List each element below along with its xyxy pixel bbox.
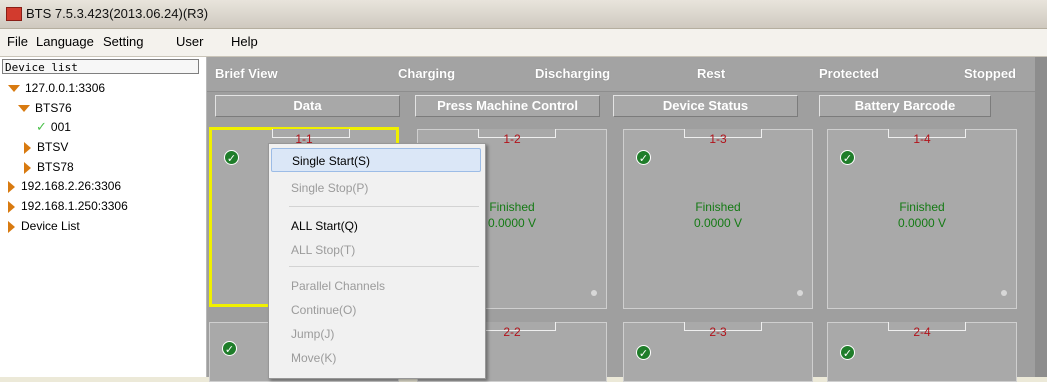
indicator-dot-icon <box>797 290 803 296</box>
tree-node-127-0-0-1[interactable]: 127.0.0.1:3306 <box>8 79 105 97</box>
checkmark-icon: ✓ <box>36 119 47 134</box>
status-legend: Brief View Charging Discharging Rest Pro… <box>207 57 1047 92</box>
ok-check-icon: ✓ <box>840 345 855 360</box>
channel-id: 2-3 <box>709 325 727 339</box>
legend-rest: Rest <box>697 66 726 81</box>
menu-single-stop[interactable]: Single Stop(P) <box>271 176 481 200</box>
channel-voltage: 0.0000 V <box>897 216 947 230</box>
legend-charging: Charging <box>398 66 456 81</box>
menu-separator <box>289 266 479 267</box>
channel-status: Finished <box>695 200 741 214</box>
menu-single-start[interactable]: Single Start(S) <box>271 148 481 172</box>
triangle-down-icon[interactable] <box>18 105 30 113</box>
ok-check-icon: ✓ <box>636 345 651 360</box>
menu-all-start[interactable]: ALL Start(Q) <box>271 214 481 238</box>
tree-node-001[interactable]: ✓ 001 <box>36 118 71 136</box>
panel-edge <box>1035 57 1047 377</box>
menu-language[interactable]: Language <box>36 34 94 49</box>
tab-battery-barcode[interactable]: Battery Barcode <box>819 95 991 117</box>
menu-bar: File Language Setting User Help <box>0 29 1047 57</box>
tab-data[interactable]: Data <box>215 95 400 117</box>
triangle-right-icon[interactable] <box>24 141 31 154</box>
channel-card-1-4[interactable]: 1-4 ✓ Finished 0.0000 V <box>827 129 1017 309</box>
legend-brief-view[interactable]: Brief View <box>215 66 278 81</box>
device-list-header: Device list <box>2 59 199 74</box>
ok-check-icon: ✓ <box>840 150 855 165</box>
indicator-dot-icon <box>591 290 597 296</box>
channel-card-2-4[interactable]: 2-4 ✓ <box>827 322 1017 382</box>
app-icon <box>6 7 22 21</box>
menu-separator <box>289 206 479 207</box>
menu-parallel-channels[interactable]: Parallel Channels <box>271 274 481 298</box>
device-tree: Device list 127.0.0.1:3306 BTS76 ✓ 001 BT… <box>0 57 207 377</box>
legend-discharging: Discharging <box>535 66 611 81</box>
tree-node-bts78[interactable]: BTS78 <box>24 158 74 176</box>
channel-id: 1-3 <box>709 132 727 146</box>
tree-node-bts76[interactable]: BTS76 <box>18 99 72 117</box>
channel-voltage: 0.0000 V <box>693 216 743 230</box>
tree-node-192-168-2-26[interactable]: 192.168.2.26:3306 <box>8 177 121 195</box>
menu-user[interactable]: User <box>176 34 203 49</box>
legend-stopped: Stopped <box>964 66 1016 81</box>
triangle-right-icon[interactable] <box>8 200 15 213</box>
triangle-down-icon[interactable] <box>8 85 20 93</box>
tree-node-device-list[interactable]: Device List <box>8 217 80 235</box>
ok-check-icon: ✓ <box>224 150 239 165</box>
title-bar: BTS 7.5.3.423(2013.06.24)(R3) <box>0 0 1047 29</box>
view-tabs: Data Press Machine Control Device Status… <box>207 93 1047 119</box>
triangle-right-icon[interactable] <box>8 220 15 233</box>
channel-id: 1-4 <box>913 132 931 146</box>
ok-check-icon: ✓ <box>222 341 237 356</box>
menu-move[interactable]: Move(K) <box>271 346 481 370</box>
tree-node-192-168-1-250[interactable]: 192.168.1.250:3306 <box>8 197 128 215</box>
context-menu: Single Start(S) Single Stop(P) ALL Start… <box>268 143 486 379</box>
menu-continue[interactable]: Continue(O) <box>271 298 481 322</box>
legend-protected: Protected <box>819 66 879 81</box>
channel-status: Finished <box>899 200 945 214</box>
window-title: BTS 7.5.3.423(2013.06.24)(R3) <box>26 6 209 21</box>
channel-id: 2-4 <box>913 325 931 339</box>
tab-press-machine-control[interactable]: Press Machine Control <box>415 95 600 117</box>
tree-node-btsv[interactable]: BTSV <box>24 138 68 156</box>
ok-check-icon: ✓ <box>636 150 651 165</box>
tab-device-status[interactable]: Device Status <box>613 95 798 117</box>
menu-jump[interactable]: Jump(J) <box>271 322 481 346</box>
menu-setting[interactable]: Setting <box>103 34 143 49</box>
menu-all-stop[interactable]: ALL Stop(T) <box>271 238 481 262</box>
menu-file[interactable]: File <box>7 34 28 49</box>
channel-card-2-3[interactable]: 2-3 ✓ <box>623 322 813 382</box>
menu-help[interactable]: Help <box>231 34 258 49</box>
triangle-right-icon[interactable] <box>8 180 15 193</box>
channel-card-1-3[interactable]: 1-3 ✓ Finished 0.0000 V <box>623 129 813 309</box>
triangle-right-icon[interactable] <box>24 161 31 174</box>
indicator-dot-icon <box>1001 290 1007 296</box>
